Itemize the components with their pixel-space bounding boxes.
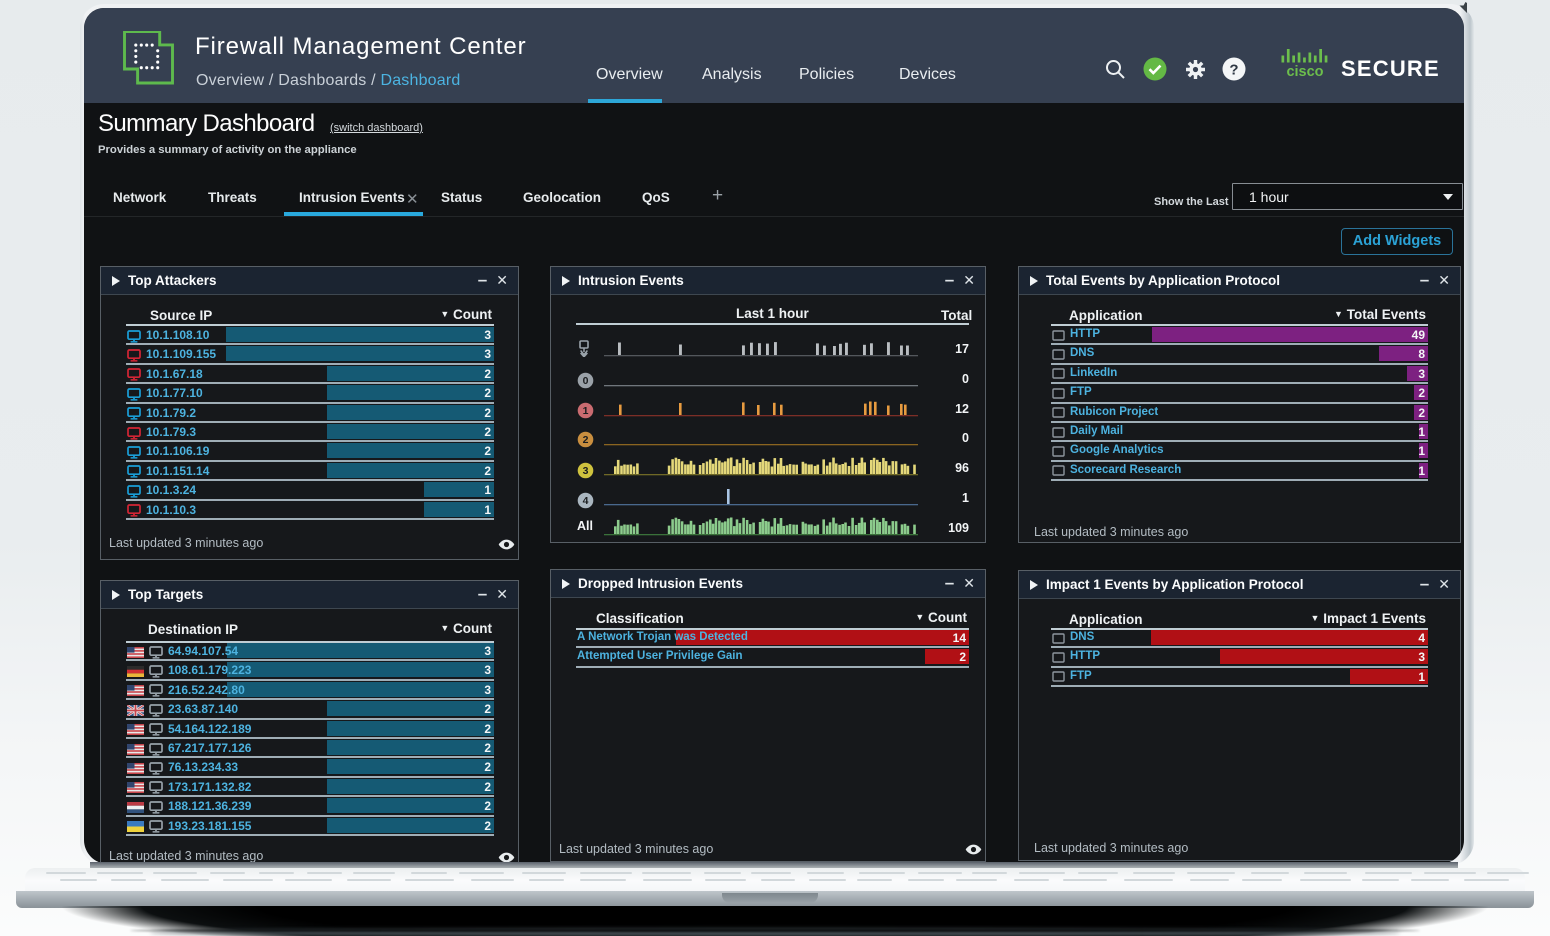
- svg-text:?: ?: [1229, 62, 1238, 79]
- svg-text:cisco: cisco: [1286, 64, 1323, 77]
